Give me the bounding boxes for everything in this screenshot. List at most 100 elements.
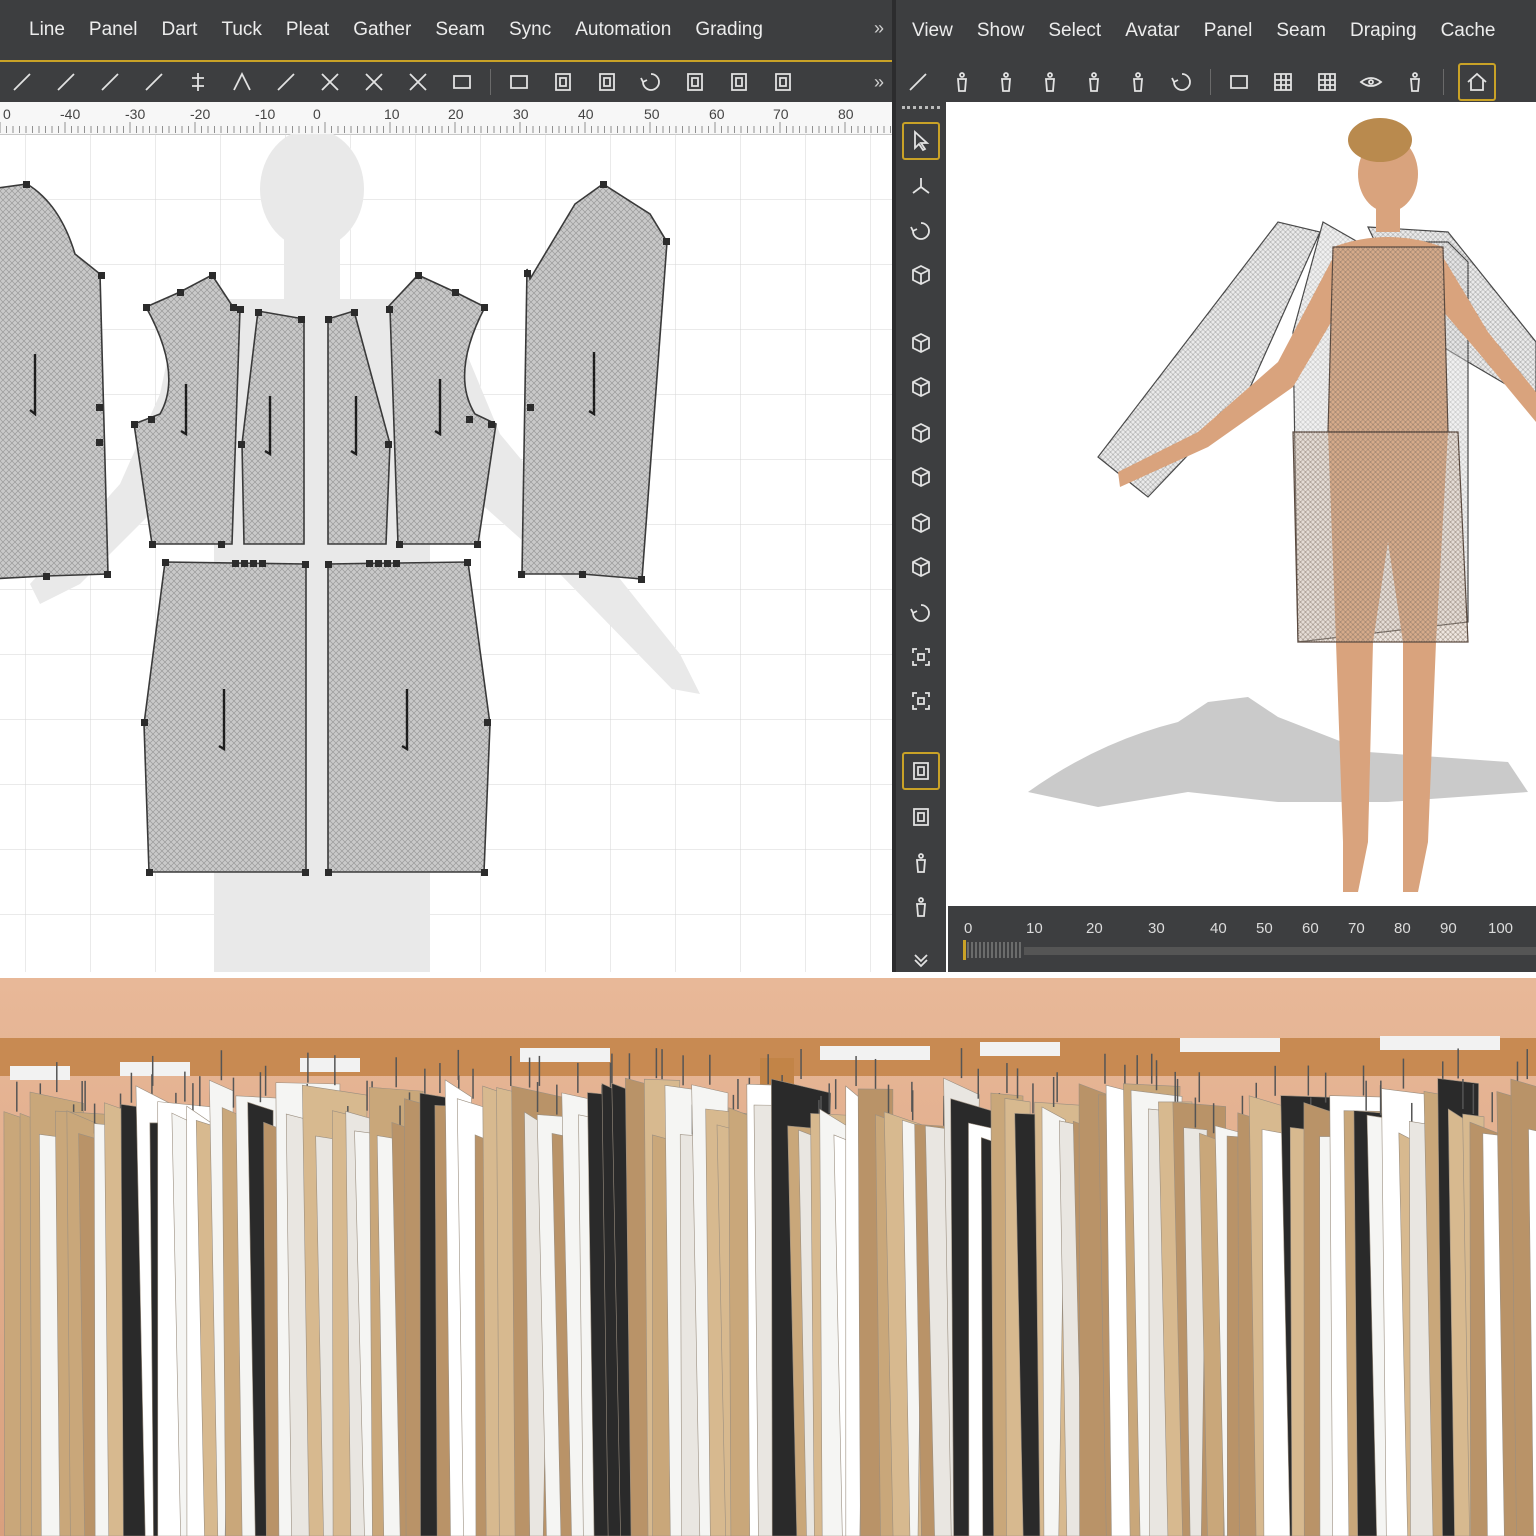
- menu-tuck[interactable]: Tuck: [209, 19, 273, 41]
- pattern-editor-window: Line Panel Dart Tuck Pleat Gather Seam Sync Auto…: [0, 0, 892, 972]
- ruler-tick-label: 30: [513, 106, 529, 122]
- menu-sync[interactable]: Sync: [497, 19, 563, 41]
- panel-select-icon[interactable]: [902, 752, 940, 790]
- pattern-toolbar: »: [0, 62, 892, 102]
- curve-point-icon[interactable]: [52, 68, 80, 96]
- view3d-toolbar: [896, 62, 1536, 102]
- more-icon[interactable]: [902, 940, 940, 972]
- ruler-tick-label: 20: [448, 106, 464, 122]
- menu3d-seam[interactable]: Seam: [1264, 20, 1338, 42]
- cube-top-icon[interactable]: [902, 504, 940, 542]
- body-front-icon[interactable]: [992, 68, 1020, 96]
- pattern-canvas[interactable]: [0, 129, 892, 972]
- grid-view-icon[interactable]: [1269, 68, 1297, 96]
- menu3d-avatar[interactable]: Avatar: [1113, 20, 1192, 42]
- avatar-select-icon[interactable]: [902, 844, 940, 882]
- ruler-tick-label: 40: [578, 106, 594, 122]
- grip-handle[interactable]: [902, 106, 940, 113]
- body-three-quarter-icon[interactable]: [1124, 68, 1152, 96]
- view3d-window: View Show Select Avatar Panel Seam Draping Cach…: [896, 0, 1536, 972]
- timeline-playhead[interactable]: [963, 940, 966, 960]
- view3d-menu-list: View Show Select Avatar Panel Seam Draping Cach…: [900, 20, 1507, 42]
- view3d-menubar: View Show Select Avatar Panel Seam Draping Cach…: [896, 0, 1536, 62]
- menu-seam[interactable]: Seam: [423, 19, 497, 41]
- segment-icon[interactable]: [8, 68, 36, 96]
- ruler-tick-label: 0: [3, 106, 11, 122]
- cube-front-icon[interactable]: [902, 324, 940, 362]
- body-side-icon[interactable]: [1036, 68, 1064, 96]
- cross-point-icon[interactable]: [316, 68, 344, 96]
- point-n-icon[interactable]: [272, 68, 300, 96]
- cube-back-icon[interactable]: [902, 368, 940, 406]
- line-angle-icon[interactable]: [96, 68, 124, 96]
- ruler-tick-label: -20: [190, 106, 210, 122]
- rotate-icon[interactable]: [637, 68, 665, 96]
- avatar-a-icon[interactable]: [1401, 68, 1429, 96]
- avatar-hair: [1348, 118, 1412, 162]
- panel-flip-icon[interactable]: [681, 68, 709, 96]
- fit-view-icon[interactable]: [902, 638, 940, 676]
- panel-edit-icon[interactable]: [593, 68, 621, 96]
- ruler-tick-label: -10: [255, 106, 275, 122]
- menu3d-select[interactable]: Select: [1036, 20, 1113, 42]
- ruler-tick-label: 80: [838, 106, 854, 122]
- toolbar-separator: [490, 69, 491, 95]
- avatar-scene[interactable]: [948, 102, 1536, 906]
- stretch-icon[interactable]: [1313, 68, 1341, 96]
- menu-grading[interactable]: Grading: [683, 19, 775, 41]
- panel-inner-icon[interactable]: [549, 68, 577, 96]
- select-arrow-icon[interactable]: [902, 122, 940, 160]
- ruler-scale: 0 -40 -30 -20 -10 0 10 20 30 40 50 60 70 80: [0, 106, 891, 133]
- front-skirt-3d[interactable]: [1292, 431, 1469, 643]
- menu-overflow-icon[interactable]: »: [874, 18, 884, 39]
- ruler-tick-label: -40: [60, 106, 80, 122]
- panel-fill-icon[interactable]: [505, 68, 533, 96]
- home-icon[interactable]: [1458, 63, 1496, 101]
- panel-copy-icon[interactable]: [725, 68, 753, 96]
- front-view-icon[interactable]: [1225, 68, 1253, 96]
- avatar-point-icon[interactable]: [902, 888, 940, 926]
- simulation-timeline[interactable]: 0 10 20 30 40 50 60 70 80 90 100: [948, 906, 1536, 972]
- transform-icon[interactable]: [902, 168, 940, 206]
- menu3d-cache[interactable]: Cache: [1429, 20, 1508, 42]
- menu-pleat[interactable]: Pleat: [274, 19, 341, 41]
- menu-gather[interactable]: Gather: [341, 19, 423, 41]
- rectangle-icon[interactable]: [448, 68, 476, 96]
- panel-stack-icon[interactable]: [769, 68, 797, 96]
- garment-icon[interactable]: [948, 68, 976, 96]
- scale-point-icon[interactable]: [360, 68, 388, 96]
- panel-arrange-icon[interactable]: [902, 798, 940, 836]
- refresh-icon[interactable]: [1168, 68, 1196, 96]
- cylinder-icon[interactable]: [902, 256, 940, 294]
- skirt-right-panel[interactable]: [327, 561, 491, 873]
- split-icon[interactable]: [184, 68, 212, 96]
- snapshot-icon[interactable]: [902, 682, 940, 720]
- menu3d-draping[interactable]: Draping: [1338, 20, 1429, 42]
- pattern-menubar: Line Panel Dart Tuck Pleat Gather Seam Sync Auto…: [0, 0, 892, 62]
- rotate-icon[interactable]: [902, 212, 940, 250]
- menu3d-show[interactable]: Show: [965, 20, 1037, 42]
- ruler-tick-label: 70: [773, 106, 789, 122]
- reset-view-icon[interactable]: [904, 68, 932, 96]
- pattern-drawing[interactable]: [0, 129, 892, 972]
- menu-panel[interactable]: Panel: [77, 19, 150, 41]
- toolbar-overflow-icon[interactable]: »: [874, 72, 884, 93]
- cube-bottom-icon[interactable]: [902, 548, 940, 586]
- orbit-icon[interactable]: [902, 594, 940, 632]
- front-bodice-3d[interactable]: [1327, 246, 1449, 433]
- ruler-tick-label: 10: [384, 106, 400, 122]
- menu-automation[interactable]: Automation: [563, 19, 683, 41]
- cube-right-icon[interactable]: [902, 458, 940, 496]
- line-point-icon[interactable]: [140, 68, 168, 96]
- menu3d-panel[interactable]: Panel: [1192, 20, 1265, 42]
- menu-dart[interactable]: Dart: [150, 19, 210, 41]
- view3d-viewport[interactable]: [948, 102, 1536, 906]
- ruler-tick-label: -30: [125, 106, 145, 122]
- body-back-icon[interactable]: [1080, 68, 1108, 96]
- menu-line[interactable]: Line: [17, 19, 77, 41]
- eye-icon[interactable]: [1357, 68, 1385, 96]
- intersect-icon[interactable]: [404, 68, 432, 96]
- notch-icon[interactable]: [228, 68, 256, 96]
- menu3d-view[interactable]: View: [900, 20, 965, 42]
- cube-left-icon[interactable]: [902, 414, 940, 452]
